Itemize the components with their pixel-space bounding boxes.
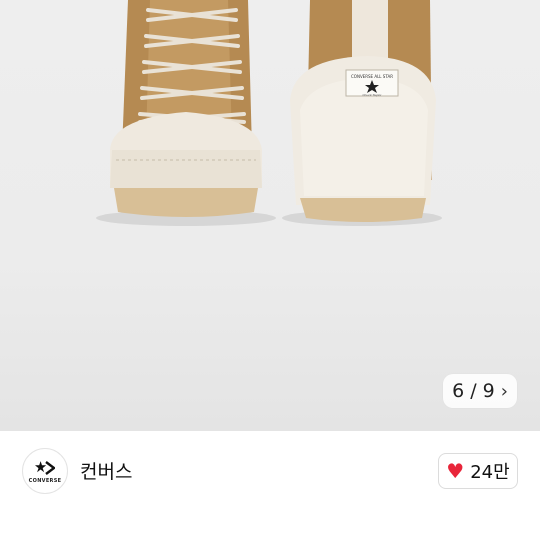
gallery-page-indicator[interactable]: 6 / 9 ›	[443, 374, 517, 408]
brand-name[interactable]: 컨버스	[80, 457, 132, 484]
like-button[interactable]: ♥ 24만	[438, 453, 518, 489]
converse-star-chevron-icon	[35, 460, 55, 475]
like-count: 24만	[470, 462, 510, 483]
gallery-total-pages: 9	[482, 380, 495, 402]
chevron-right-icon[interactable]: ›	[501, 381, 508, 402]
product-image-carousel[interactable]: CONVERSE ALL STAR Chuck Taylor 6 / 9 ›	[0, 0, 540, 431]
brand-logo[interactable]: CONVERSE	[22, 448, 68, 494]
gallery-separator: /	[470, 380, 477, 402]
heel-label-line2: Chuck Taylor	[362, 93, 382, 97]
heel-label-line1: CONVERSE ALL STAR	[351, 74, 393, 79]
left-shoe	[96, 0, 276, 226]
right-shoe: CONVERSE ALL STAR Chuck Taylor	[282, 0, 442, 226]
product-photo: CONVERSE ALL STAR Chuck Taylor	[96, 0, 442, 226]
gallery-current-page: 6	[452, 380, 465, 402]
heart-icon: ♥	[446, 459, 465, 483]
brand-logo-text: CONVERSE	[28, 477, 62, 484]
